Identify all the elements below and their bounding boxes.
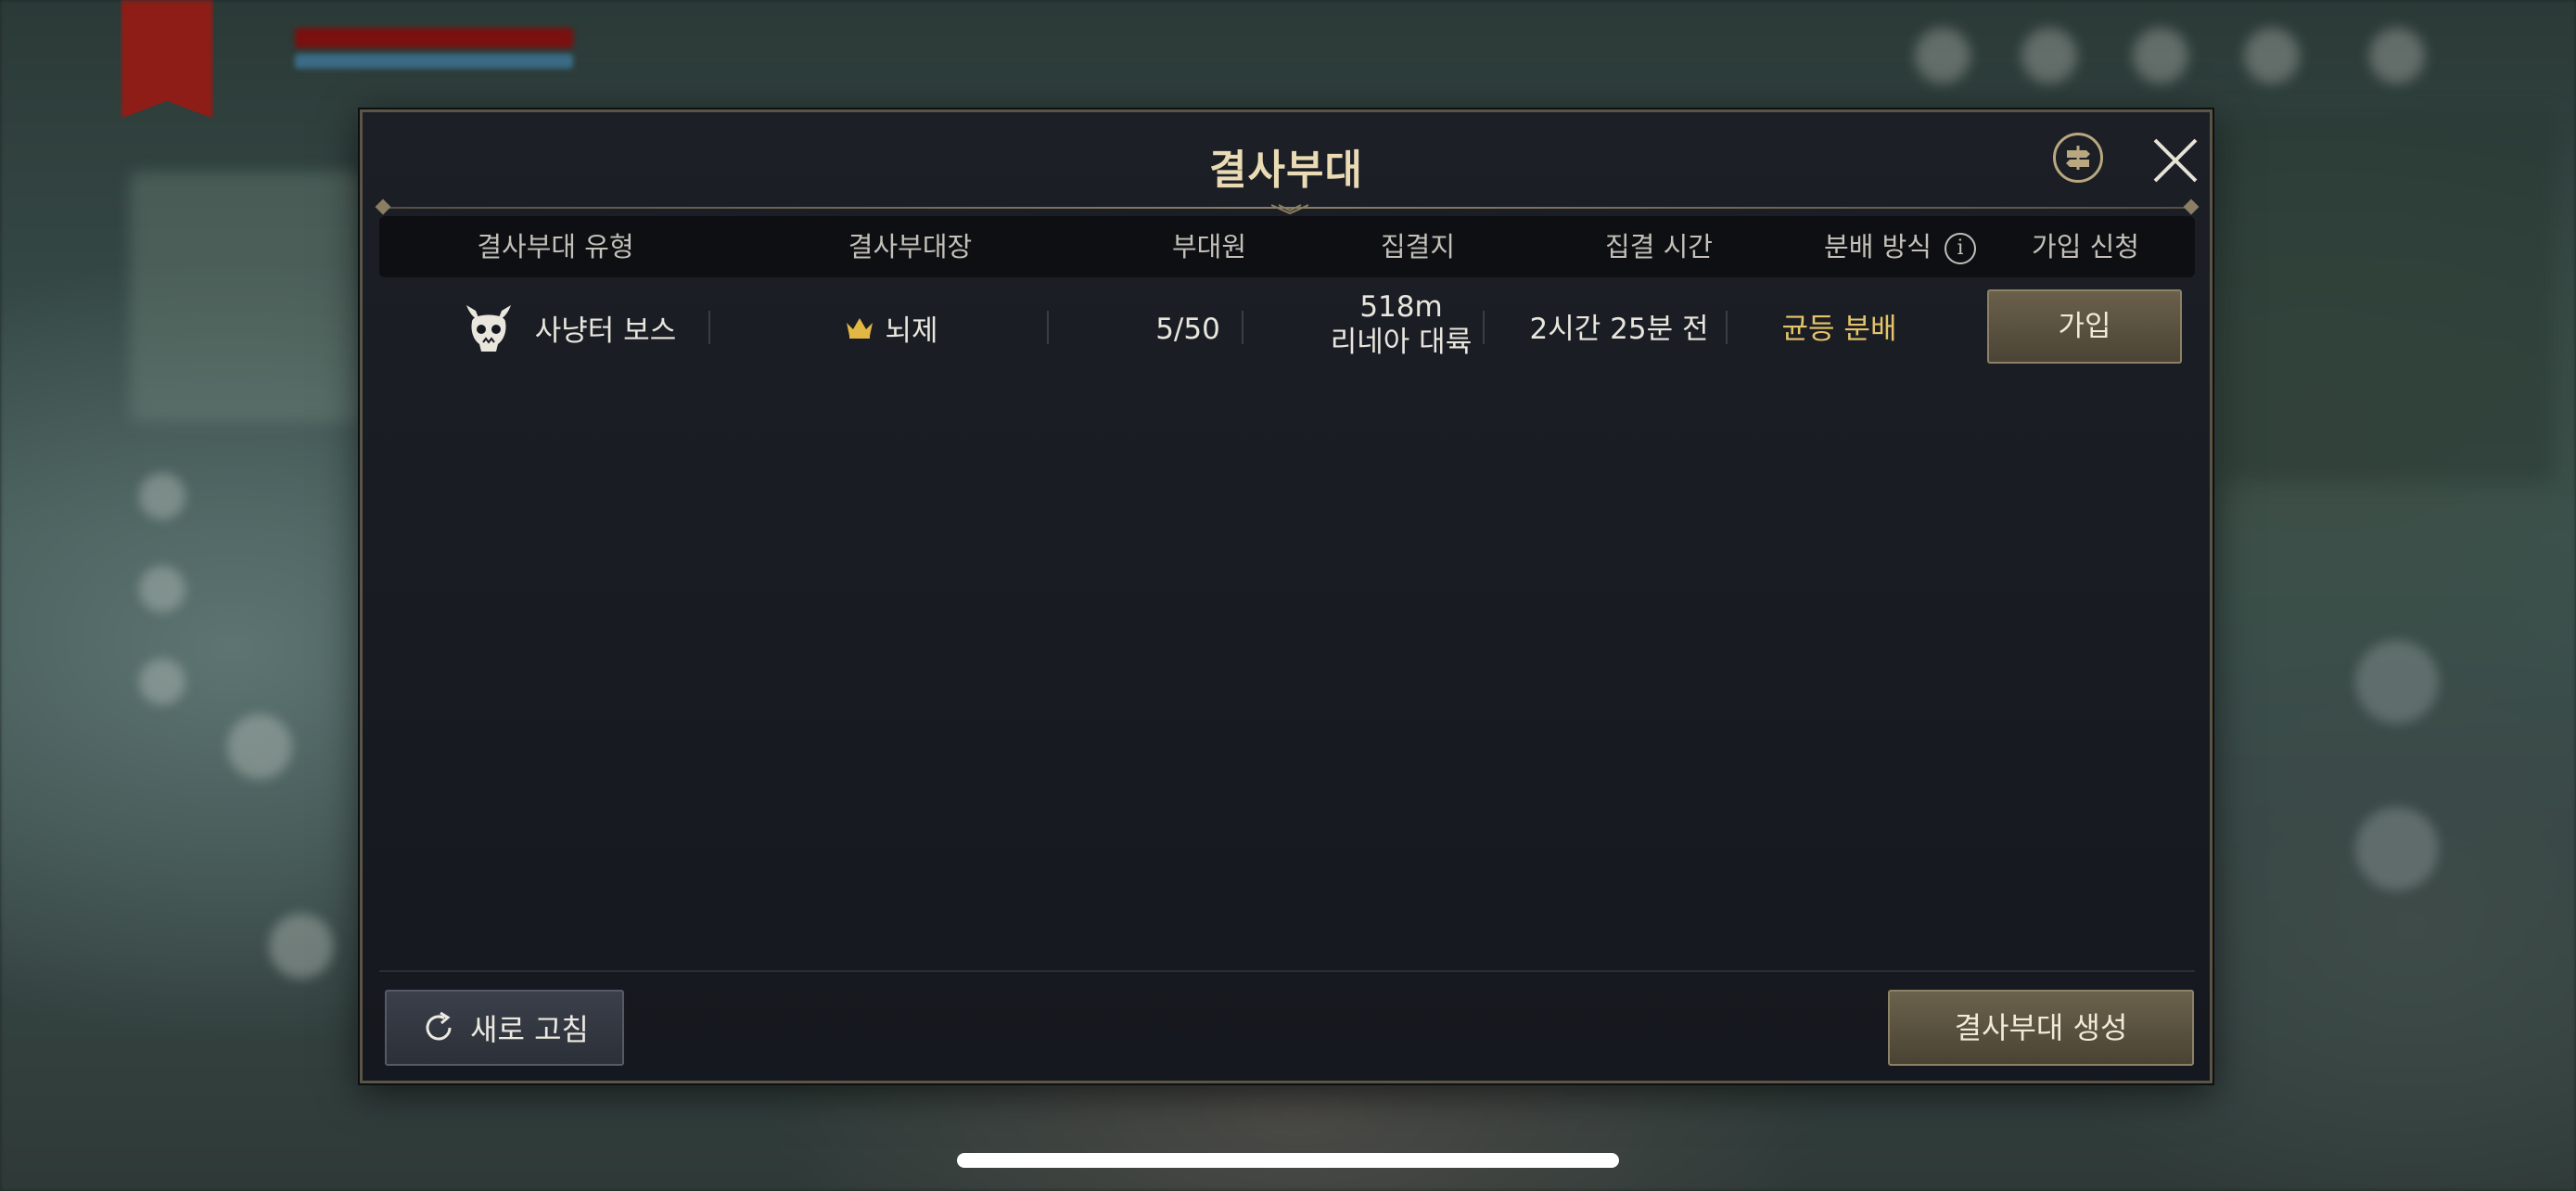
column-separator	[1242, 311, 1243, 344]
header-leader: 결사부대장	[848, 231, 973, 263]
divider-ornament	[2183, 198, 2200, 215]
cell-members: 5/50	[1155, 313, 1220, 346]
header-location: 집결지	[1380, 231, 1456, 263]
crown-icon	[847, 318, 874, 339]
dialog-title: 결사부대	[1209, 147, 1363, 194]
guide-button[interactable]	[2053, 133, 2103, 183]
cell-distance: 518m	[1359, 290, 1443, 324]
leader-name: 뇌제	[885, 314, 938, 348]
menu-icon	[2369, 28, 2425, 83]
refresh-label: 새로 고침	[470, 1012, 589, 1047]
side-menu-icon	[139, 566, 185, 612]
close-icon	[2153, 138, 2198, 183]
moon-icon	[1915, 28, 1970, 83]
guild-banner	[121, 0, 213, 119]
skill-orb-icon	[269, 914, 334, 979]
header-distribution-label: 분배 방식	[1824, 231, 1932, 263]
hp-bar	[295, 28, 573, 48]
header-time: 집결 시간	[1605, 231, 1713, 263]
header-join: 가입 신청	[2032, 231, 2139, 263]
skill-slot-icon	[2355, 807, 2439, 890]
inventory-icon	[2133, 28, 2188, 83]
game-screen: 결사부대 결사부대 유형 결사부대장 부대원 집결지 집결 시간 분배 방식 i…	[0, 0, 2576, 1191]
refresh-icon	[426, 1011, 452, 1041]
join-button[interactable]: 가입	[1987, 289, 2182, 364]
footer-divider	[379, 970, 2195, 972]
cell-leader: 뇌제	[733, 300, 1049, 355]
quest-panel	[2221, 111, 2555, 482]
refresh-button[interactable]: 새로 고침	[385, 990, 624, 1066]
close-button[interactable]	[2148, 133, 2203, 188]
info-icon[interactable]: i	[1944, 233, 1976, 264]
minimap	[130, 172, 362, 422]
cell-region: 리네아 대륙	[1330, 326, 1473, 359]
side-menu-icon	[139, 659, 185, 705]
bag-icon	[2244, 28, 2300, 83]
column-separator	[1047, 311, 1049, 344]
cell-type: 사냥터 보스	[439, 300, 698, 355]
cell-time: 2시간 25분 전	[1529, 313, 1709, 346]
column-separator	[708, 311, 710, 344]
divider-ornament	[375, 198, 391, 215]
squad-type-label: 사냥터 보스	[534, 314, 677, 348]
header-members: 부대원	[1171, 231, 1247, 263]
chat-bubble-icon	[227, 714, 292, 779]
side-menu-icon	[139, 473, 185, 519]
cell-distribution: 균등 분배	[1781, 313, 1897, 346]
signpost-icon	[2066, 146, 2090, 170]
diamond-icon	[2021, 28, 2077, 83]
assault-squad-dialog: 결사부대 결사부대 유형 결사부대장 부대원 집결지 집결 시간 분배 방식 i…	[360, 109, 2213, 1083]
skill-slot-icon	[2355, 640, 2439, 724]
table-header: 결사부대 유형 결사부대장 부대원 집결지 집결 시간 분배 방식 i 가입 신청	[379, 216, 2195, 277]
header-type: 결사부대 유형	[477, 231, 634, 263]
home-indicator[interactable]	[957, 1153, 1619, 1168]
demon-skull-icon	[465, 305, 511, 352]
column-separator	[1483, 311, 1485, 344]
divider-ornament	[1271, 204, 1308, 214]
create-squad-button[interactable]: 결사부대 생성	[1888, 990, 2194, 1066]
mp-bar	[295, 54, 573, 69]
